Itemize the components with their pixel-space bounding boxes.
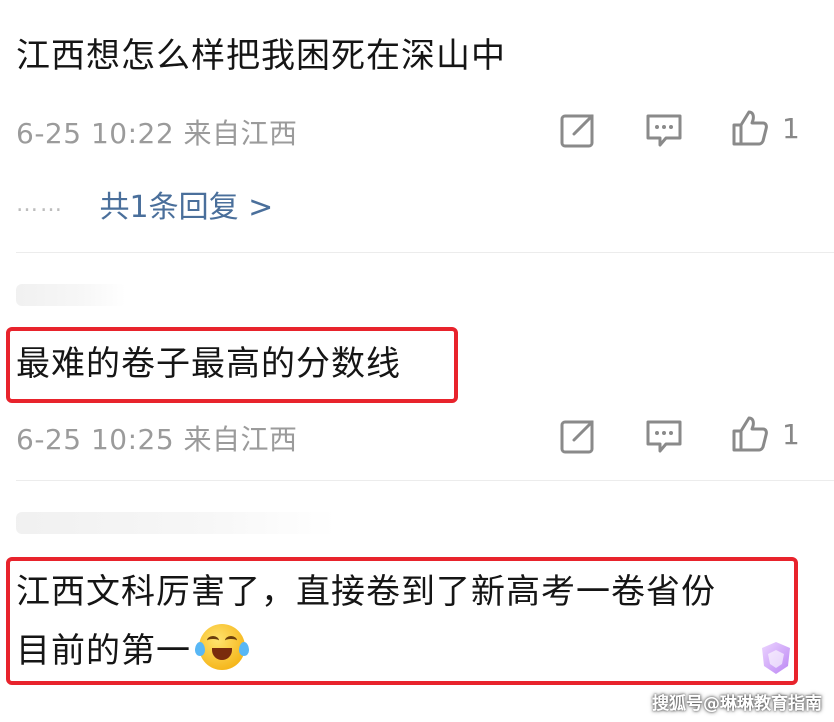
replies-label[interactable]: 共1条回复 > — [100, 190, 274, 225]
replies-dots: …… — [16, 192, 64, 217]
faded-username-placeholder — [16, 512, 336, 534]
laughing-crying-emoji-icon — [195, 624, 249, 670]
comment-3-line-2-wrap: 目前的第一 — [16, 624, 249, 675]
share-icon[interactable] — [558, 110, 598, 150]
divider — [16, 480, 834, 481]
share-icon[interactable] — [558, 416, 598, 456]
badge-icon — [762, 642, 790, 674]
replies-link[interactable]: …… 共1条回复 > — [16, 182, 273, 226]
comment-2-text: 最难的卷子最高的分数线 — [16, 344, 401, 384]
comment-1-meta: 6-25 10:22 来自江西 — [16, 117, 298, 150]
comment-1-text: 江西想怎么样把我困死在深山中 — [16, 36, 506, 76]
like-count: 1 — [782, 418, 800, 451]
comment-3-line-2: 目前的第一 — [16, 631, 191, 671]
comment-icon[interactable] — [644, 110, 684, 150]
comment-icon[interactable] — [644, 416, 684, 456]
like-count: 1 — [782, 112, 800, 145]
divider — [16, 252, 834, 253]
watermark: 搜狐号@琳琳教育指南 — [652, 694, 822, 714]
like-icon[interactable] — [730, 108, 770, 148]
comment-3-line-1: 江西文科厉害了，直接卷到了新高考一卷省份 — [16, 572, 716, 612]
faded-username-placeholder — [16, 284, 126, 306]
comment-2-meta: 6-25 10:25 来自江西 — [16, 423, 298, 456]
like-icon[interactable] — [730, 414, 770, 454]
